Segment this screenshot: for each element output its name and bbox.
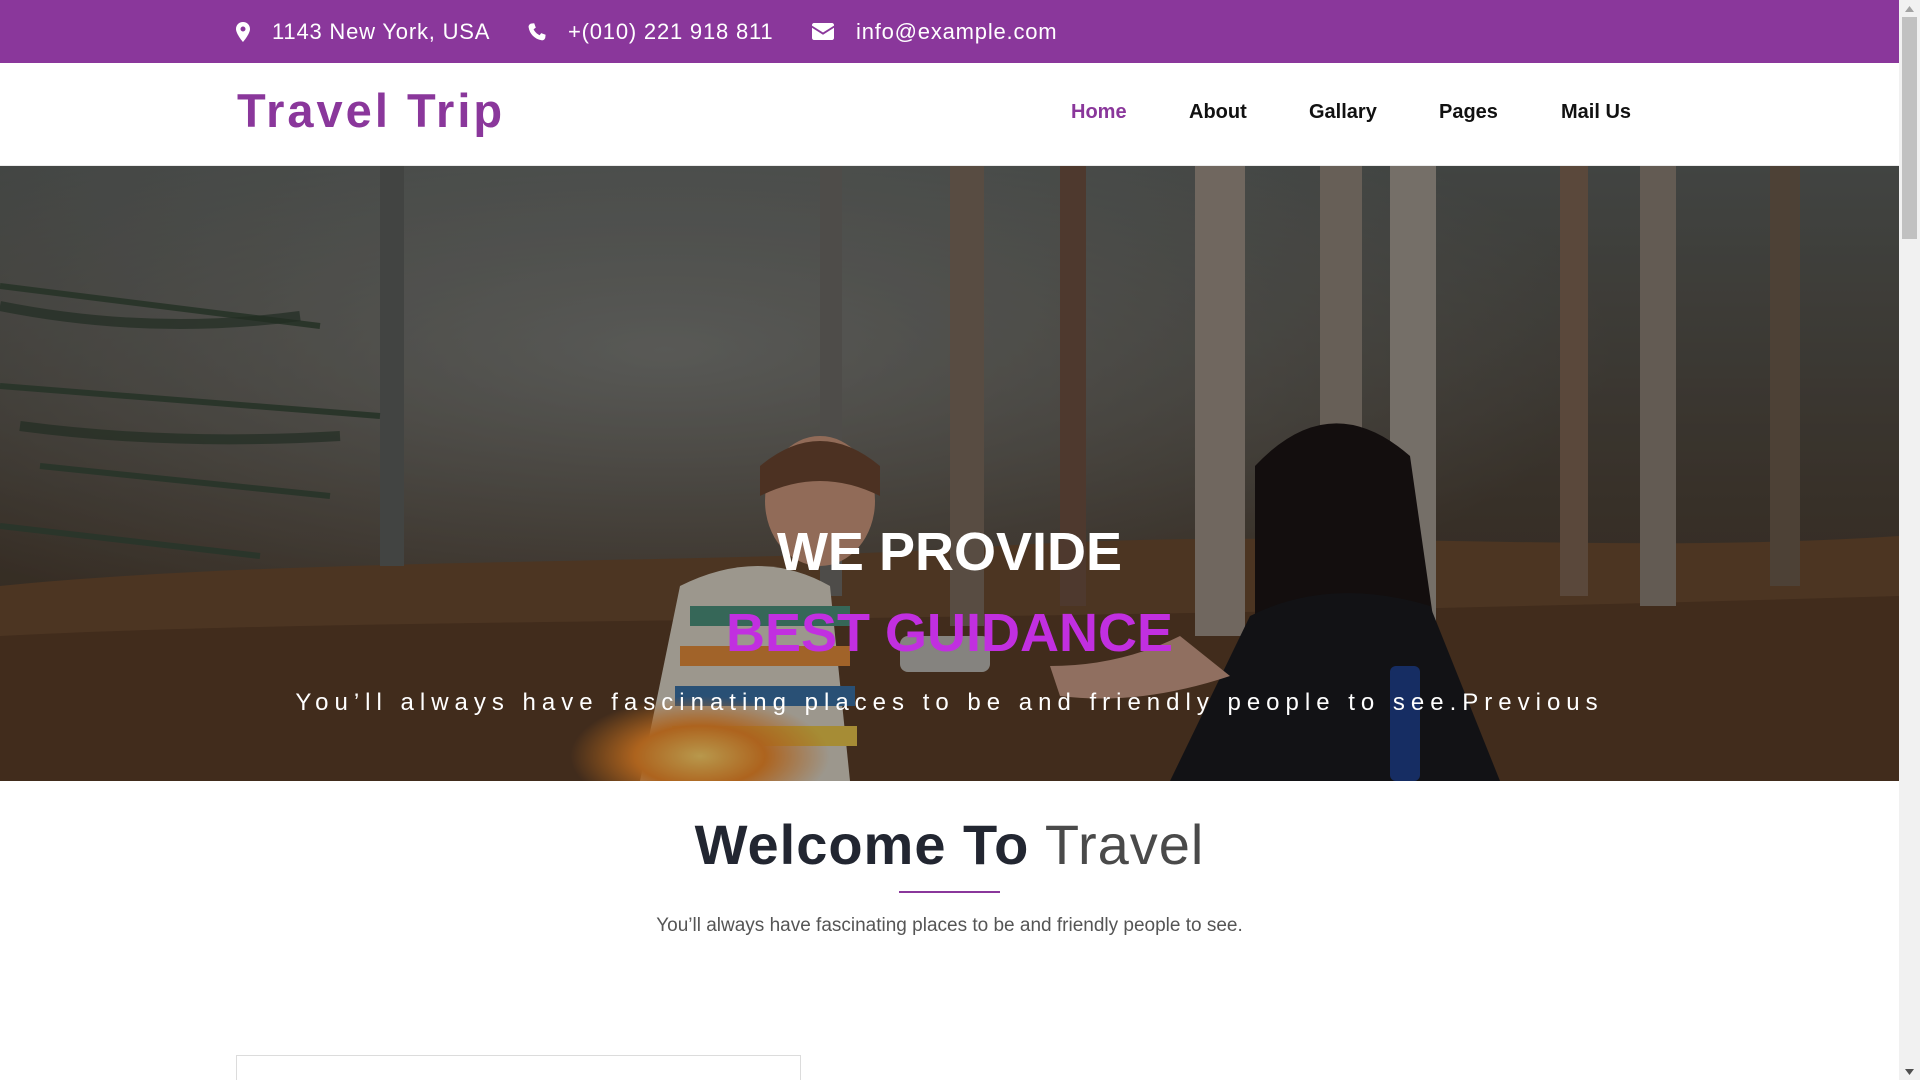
page-viewport: 1143 New York, USA +(010) 221 918 811 in… — [0, 0, 1899, 1080]
content-card — [236, 1055, 801, 1080]
hero-subtitle: You’ll always have fascinating places to… — [295, 689, 1604, 716]
map-marker-icon — [236, 21, 250, 42]
brand-logo[interactable]: Travel Trip — [237, 83, 505, 138]
contact-email-text[interactable]: info@example.com — [856, 19, 1057, 45]
nav-pages[interactable]: Pages — [1439, 101, 1498, 124]
contact-topbar: 1143 New York, USA +(010) 221 918 811 in… — [0, 0, 1899, 63]
scrollbar-thumb[interactable] — [1902, 17, 1917, 239]
contact-address-text: 1143 New York, USA — [272, 18, 491, 44]
nav-about[interactable]: About — [1189, 101, 1247, 124]
scroll-up-arrow-icon[interactable] — [1899, 0, 1920, 17]
contact-phone-text: +(010) 221 918 811 — [568, 18, 774, 44]
scroll-down-arrow-icon[interactable] — [1899, 1063, 1920, 1080]
welcome-subtitle: You’ll always have fascinating places to… — [656, 915, 1243, 936]
hero-carousel: WE PROVIDE BEST GUIDANCE You’ll always h… — [0, 166, 1899, 781]
hero-title-line-1: WE PROVIDE — [776, 522, 1123, 582]
phone-icon — [528, 22, 546, 41]
envelope-icon — [812, 23, 834, 40]
hero-title-line-2: BEST GUIDANCE — [725, 603, 1174, 663]
nav-gallery[interactable]: Gallary — [1309, 101, 1377, 124]
contact-email: info@example.com — [812, 0, 1057, 63]
nav-home[interactable]: Home — [1071, 101, 1127, 124]
welcome-heading-light: Travel — [1044, 813, 1205, 876]
vertical-scrollbar[interactable] — [1899, 0, 1920, 1080]
welcome-heading: Welcome To Travel — [0, 812, 1899, 877]
contact-address: 1143 New York, USA — [236, 0, 490, 63]
contact-phone: +(010) 221 918 811 — [528, 0, 773, 63]
welcome-heading-strong: Welcome To — [694, 813, 1030, 876]
nav-mail-us[interactable]: Mail Us — [1561, 101, 1631, 124]
main-navbar: Travel Trip Home About Gallary Pages Mai… — [0, 63, 1899, 166]
heading-underline — [899, 891, 1000, 893]
